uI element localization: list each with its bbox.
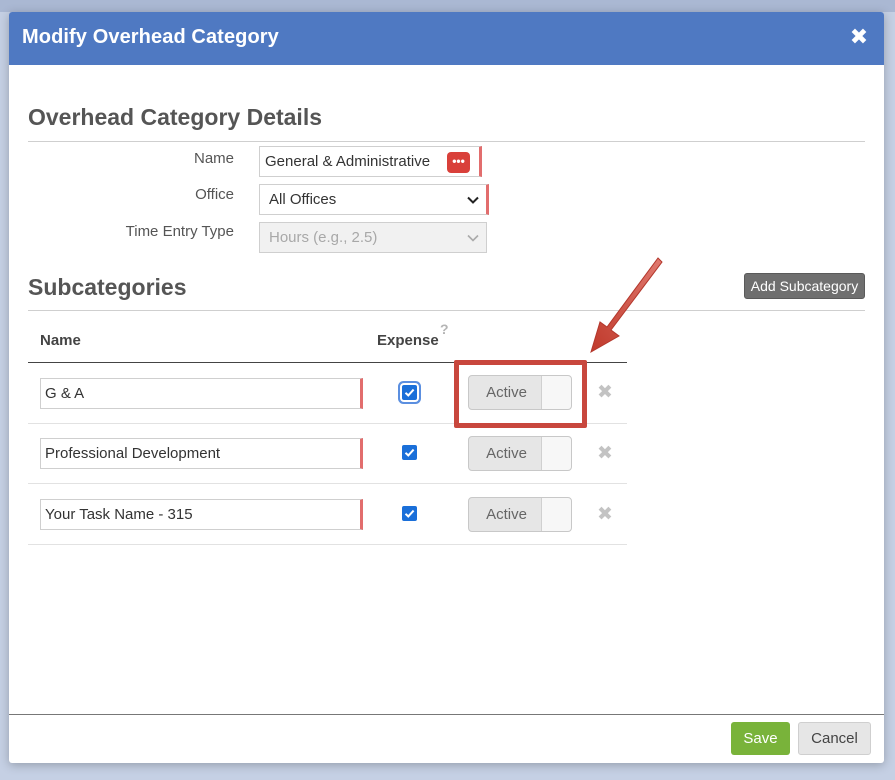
annotation-highlight-box [454,360,587,428]
cancel-button[interactable]: Cancel [798,722,871,755]
expense-checkbox[interactable] [402,385,417,400]
delete-icon[interactable]: ✖ [597,505,613,524]
table-row-divider [28,483,627,484]
save-button[interactable]: Save [731,722,790,755]
modal-title: Modify Overhead Category [22,26,279,48]
status-toggle-label: Active [486,445,527,462]
subcategory-name-value: Your Task Name - 315 [45,506,193,523]
modify-overhead-category-modal: Modify Overhead Category ✖ Overhead Cate… [9,12,884,763]
status-toggle-label: Active [486,506,527,523]
time-entry-type-select: Hours (e.g., 2.5) [259,222,487,253]
subcategory-name-input[interactable]: Professional Development [40,438,363,469]
password-manager-icon[interactable]: ••• [447,152,470,173]
name-label: Name [193,150,234,167]
office-label: Office [195,186,234,203]
details-divider [28,141,865,142]
help-icon[interactable]: ? [440,321,449,337]
details-section-title: Overhead Category Details [28,104,323,130]
chevron-down-icon [467,196,479,204]
close-icon[interactable]: ✖ [847,25,871,49]
category-name-value: General & Administrative [265,153,431,170]
toggle-knob [541,437,571,470]
subcategory-name-value: Professional Development [45,445,221,462]
delete-icon[interactable]: ✖ [597,444,613,463]
add-subcategory-button[interactable]: Add Subcategory [744,273,865,299]
subcategory-name-input[interactable]: Your Task Name - 315 [40,499,363,530]
office-select-value: All Offices [269,191,337,208]
delete-icon[interactable]: ✖ [597,383,613,402]
time-entry-type-label: Time Entry Type [125,223,234,240]
background-app-strip [0,0,895,12]
office-select[interactable]: All Offices [259,184,489,215]
checkbox-checked-icon [404,388,415,397]
subcategories-section-title: Subcategories [28,274,187,300]
annotation-arrow-icon [590,257,663,354]
expense-checkbox[interactable] [402,506,417,521]
column-header-expense: Expense [377,332,439,349]
expense-checkbox[interactable] [402,445,417,460]
time-entry-type-placeholder: Hours (e.g., 2.5) [269,229,378,246]
subcategory-name-input[interactable]: G & A [40,378,363,409]
chevron-down-icon [467,234,479,242]
status-toggle[interactable]: Active [468,436,572,471]
checkbox-checked-icon [404,448,415,457]
toggle-knob [541,498,571,531]
status-toggle[interactable]: Active [468,497,572,532]
column-header-name: Name [40,332,81,349]
subcategory-name-value: G & A [45,385,85,402]
modal-header: Modify Overhead Category ✖ [9,12,884,65]
table-row-divider [28,544,627,545]
subcategories-divider [28,310,865,311]
checkbox-checked-icon [404,509,415,518]
footer-divider [9,714,884,715]
